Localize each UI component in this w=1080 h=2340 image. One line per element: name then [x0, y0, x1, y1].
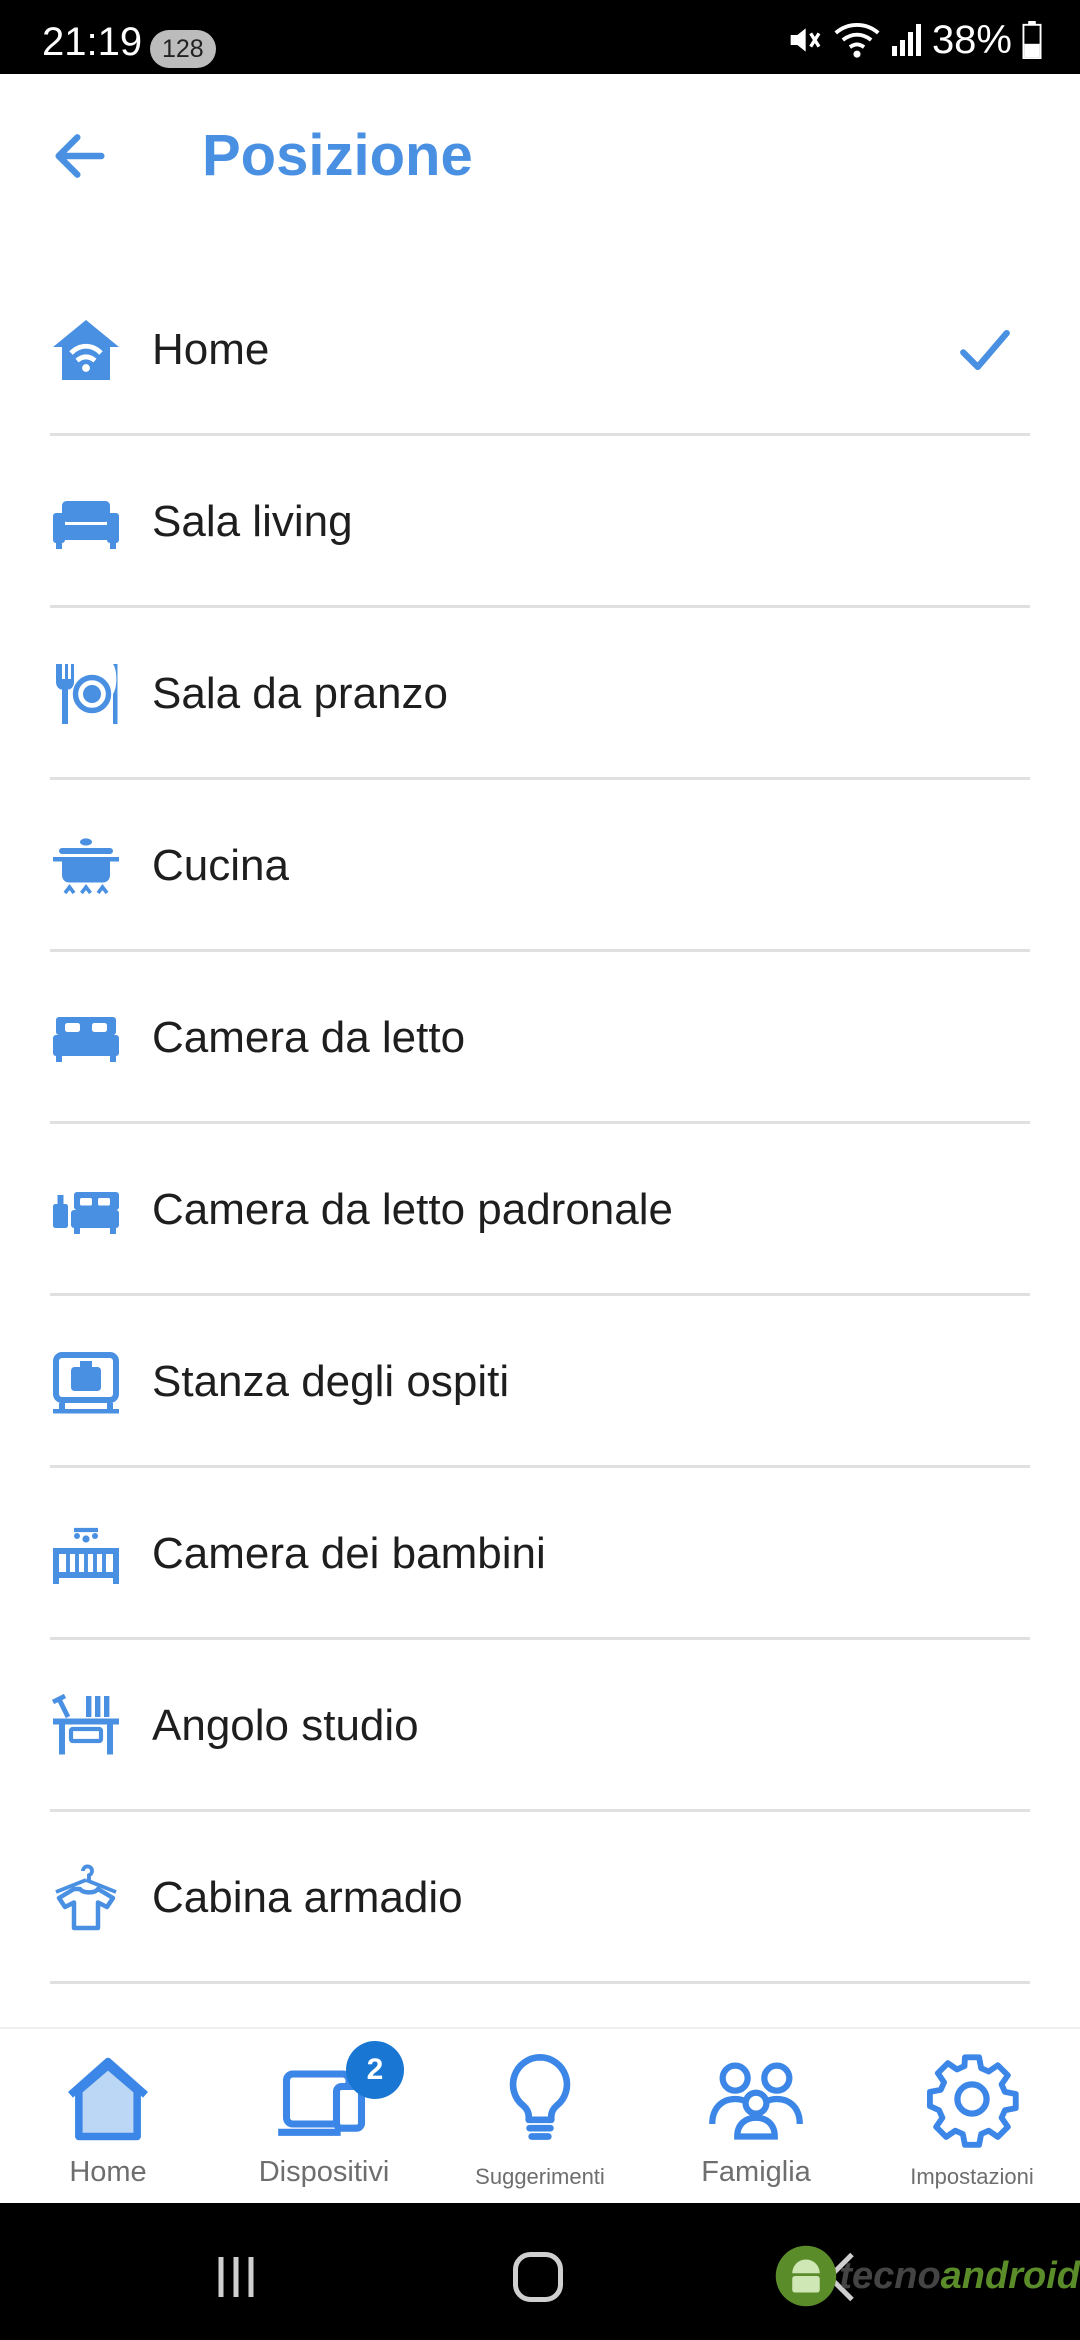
crib-icon: [53, 1527, 119, 1584]
nav-label: Home: [69, 2156, 147, 2188]
suitcase-icon: [53, 1352, 119, 1414]
nav-suggerimenti[interactable]: Suggerimenti: [432, 2029, 648, 2205]
divider: [50, 1981, 1030, 1984]
watermark-text-2: android: [940, 2254, 1080, 2297]
list-item-label: Angolo studio: [152, 1701, 419, 1750]
list-item-label: Sala living: [152, 497, 353, 546]
system-navigation-bar: tecno android: [0, 2203, 1080, 2340]
list-item-label: Cucina: [152, 841, 289, 890]
home-button-icon[interactable]: [508, 2247, 568, 2307]
list-item-stanza-degli-ospiti[interactable]: Stanza degli ospiti: [0, 1296, 1080, 1468]
watermark-logo: tecno android: [773, 2231, 1080, 2321]
list-item-angolo-studio[interactable]: Angolo studio: [0, 1640, 1080, 1812]
desk-icon: [51, 1693, 119, 1755]
list-item-label: Stanza degli ospiti: [152, 1357, 510, 1406]
nav-home[interactable]: Home: [0, 2029, 216, 2205]
wifi-icon: [834, 23, 880, 58]
status-icons: 38%: [784, 18, 1042, 62]
list-item-label: Cabina armadio: [152, 1873, 463, 1922]
checkmark-icon: [960, 329, 1010, 371]
recent-apps-icon[interactable]: [206, 2247, 266, 2307]
bottom-navigation: Home 2 Dispositivi Suggerimenti Famiglia: [0, 2027, 1080, 2203]
back-arrow-icon[interactable]: [48, 124, 112, 188]
list-item-camera-da-letto[interactable]: Camera da letto: [0, 952, 1080, 1124]
page-title: Posizione: [202, 123, 473, 188]
sofa-icon: [53, 501, 119, 549]
home-icon: [68, 2057, 148, 2141]
list-item-cabina-armadio[interactable]: Cabina armadio: [0, 1812, 1080, 1984]
notification-badge: 2: [346, 2041, 404, 2099]
clothes-hanger-icon: [55, 1864, 117, 1931]
list-item-sala-living[interactable]: Sala living: [0, 436, 1080, 608]
list-item-camera-dei-bambini[interactable]: Camera dei bambini: [0, 1468, 1080, 1640]
bed-icon: [53, 1017, 119, 1062]
room-list: Home Sala living Sala da pranzo Cucina C…: [0, 264, 1080, 1984]
list-item-sala-da-pranzo[interactable]: Sala da pranzo: [0, 608, 1080, 780]
family-icon: [709, 2062, 803, 2140]
watermark-text-1: tecno: [839, 2254, 941, 2297]
list-item-label: Camera da letto padronale: [152, 1185, 673, 1234]
list-item-home[interactable]: Home: [0, 264, 1080, 436]
battery-percentage: 38%: [931, 18, 1012, 62]
list-item-label: Camera dei bambini: [152, 1529, 546, 1578]
list-item-label: Sala da pranzo: [152, 669, 448, 718]
nav-label: Impostazioni: [910, 2164, 1034, 2189]
dining-icon: [56, 664, 118, 724]
battery-icon: [1022, 21, 1042, 59]
cooking-pot-icon: [53, 838, 119, 895]
app-bar: Posizione: [0, 74, 1080, 244]
master-bed-icon: [53, 1192, 119, 1234]
nav-famiglia[interactable]: Famiglia: [648, 2029, 864, 2205]
nav-impostazioni[interactable]: Impostazioni: [864, 2029, 1080, 2205]
android-logo-icon: [776, 2245, 837, 2307]
nav-label: Suggerimenti: [475, 2164, 605, 2189]
mute-icon: [790, 28, 821, 52]
notification-count-badge: 128: [150, 30, 216, 68]
status-time: 21:19: [42, 20, 143, 64]
nav-dispositivi[interactable]: 2 Dispositivi: [216, 2029, 432, 2205]
nav-label: Dispositivi: [258, 2156, 390, 2188]
signal-icon: [891, 24, 921, 56]
nav-label: Famiglia: [701, 2156, 811, 2188]
gear-icon: [927, 2054, 1019, 2148]
list-item-label: Home: [152, 325, 270, 374]
lightbulb-icon: [509, 2054, 571, 2140]
list-item-cucina[interactable]: Cucina: [0, 780, 1080, 952]
home-wifi-icon: [53, 320, 119, 380]
list-item-label: Camera da letto: [152, 1013, 466, 1062]
list-item-camera-da-letto-padronale[interactable]: Camera da letto padronale: [0, 1124, 1080, 1296]
status-bar: 21:19 128 38%: [0, 0, 1080, 74]
